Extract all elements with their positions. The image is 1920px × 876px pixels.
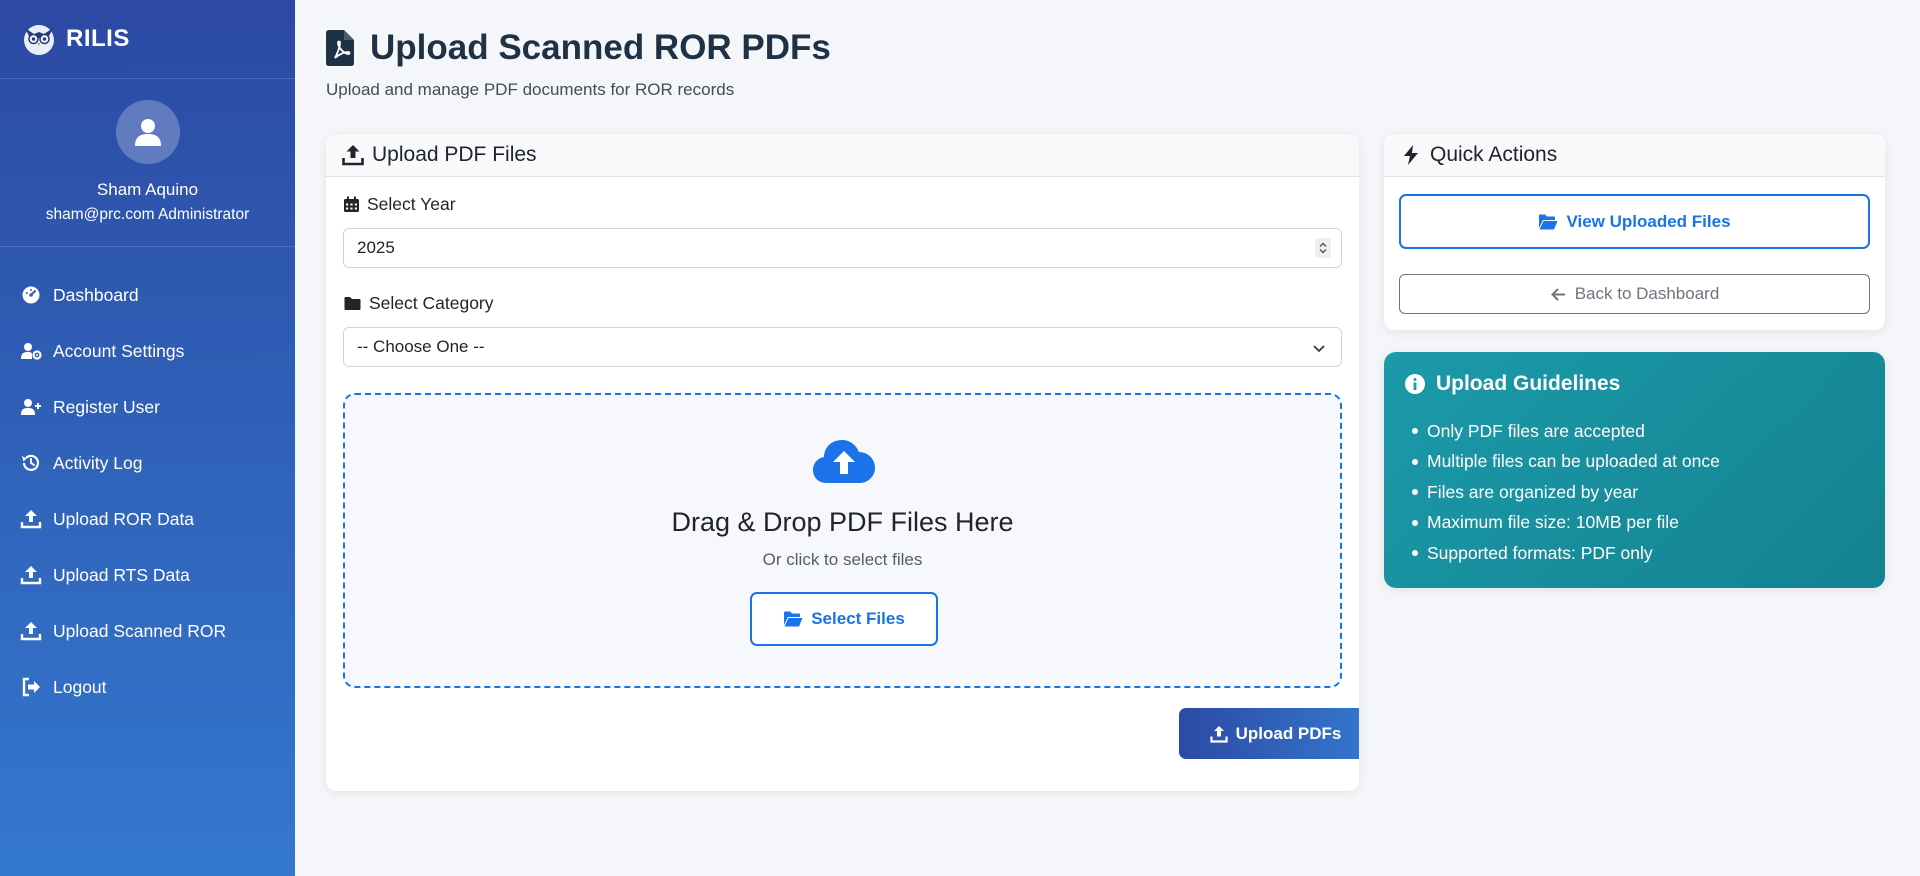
sidebar: RILIS Sham Aquino sham@prc.com Administr…: [0, 0, 295, 876]
guidelines-title: Upload Guidelines: [1404, 372, 1620, 396]
select-files-label: Select Files: [811, 609, 905, 628]
year-input[interactable]: 2025: [343, 228, 1342, 268]
sidebar-nav: Dashboard Account Settings Register User: [0, 247, 295, 715]
sidebar-item-label: Logout: [53, 676, 107, 697]
list-item: Only PDF files are accepted: [1412, 416, 1720, 447]
gauge-icon: [22, 286, 40, 304]
sidebar-item-label: Account Settings: [53, 340, 185, 361]
sidebar-item-activity-log[interactable]: Activity Log: [0, 435, 295, 491]
main-content: Upload Scanned ROR PDFs Upload and manag…: [295, 0, 1920, 876]
file-pdf-icon: [326, 30, 354, 66]
logout-icon: [22, 677, 40, 697]
sidebar-item-label: Activity Log: [53, 452, 143, 473]
sidebar-item-label: Dashboard: [53, 284, 139, 305]
user-profile: Sham Aquino sham@prc.com Administrator: [0, 79, 295, 247]
sidebar-item-label: Upload RTS Data: [53, 564, 190, 585]
arrow-left-icon: [1550, 287, 1565, 301]
cloud-upload-icon: [813, 440, 875, 483]
upload-icon: [20, 566, 42, 585]
sidebar-item-label: Upload ROR Data: [53, 508, 195, 529]
list-item: Supported formats: PDF only: [1412, 538, 1720, 569]
upload-icon: [342, 145, 364, 166]
folder-icon: [344, 297, 361, 310]
upload-icon: [20, 510, 42, 529]
sidebar-item-label: Register User: [53, 396, 160, 417]
category-label: Select Category: [343, 293, 494, 314]
sidebar-item-register-user[interactable]: Register User: [0, 379, 295, 435]
page-title-text: Upload Scanned ROR PDFs: [370, 28, 831, 67]
upload-pdfs-label: Upload PDFs: [1235, 723, 1342, 743]
category-select[interactable]: -- Choose One --: [343, 327, 1342, 367]
sidebar-item-account-settings[interactable]: Account Settings: [0, 323, 295, 379]
year-stepper[interactable]: [1315, 238, 1331, 258]
list-item: Files are organized by year: [1412, 477, 1720, 508]
guidelines-list: Only PDF files are accepted Multiple fil…: [1412, 416, 1720, 569]
upload-icon: [20, 622, 42, 641]
sidebar-item-upload-scanned-ror[interactable]: Upload Scanned ROR: [0, 603, 295, 659]
page-title: Upload Scanned ROR PDFs: [326, 28, 831, 68]
owl-logo-icon: [24, 25, 54, 55]
quick-actions-title: Quick Actions: [1430, 143, 1558, 166]
upload-card: Upload PDF Files Select Year 2025 Select…: [326, 134, 1359, 791]
upload-card-header: Upload PDF Files: [326, 134, 1359, 177]
folder-open-icon: [1539, 214, 1558, 229]
user-gear-icon: [21, 343, 42, 360]
user-icon: [134, 119, 161, 146]
info-icon: [1405, 374, 1425, 394]
calendar-icon: [344, 196, 359, 212]
quick-actions-header: Quick Actions: [1384, 134, 1885, 177]
dropzone-subtitle: Or click to select files: [762, 550, 923, 569]
category-label-text: Select Category: [369, 293, 494, 313]
page-header: Upload Scanned ROR PDFs Upload and manag…: [326, 28, 831, 100]
user-plus-icon: [21, 399, 41, 415]
sidebar-item-dashboard[interactable]: Dashboard: [0, 267, 295, 323]
stepper-arrows-icon: [1319, 242, 1327, 254]
upload-icon: [1209, 725, 1228, 743]
user-email-role: sham@prc.com Administrator: [45, 206, 250, 223]
folder-open-icon: [784, 611, 803, 627]
chevron-down-icon: [1313, 345, 1325, 353]
brand[interactable]: RILIS: [0, 0, 295, 79]
year-label-text: Select Year: [367, 194, 456, 214]
list-item: Multiple files can be uploaded at once: [1412, 447, 1720, 478]
list-item: Maximum file size: 10MB per file: [1412, 508, 1720, 539]
guidelines-title-text: Upload Guidelines: [1436, 372, 1621, 395]
quick-actions-card: Quick Actions View Uploaded Files Back t…: [1384, 134, 1885, 330]
page-subtitle: Upload and manage PDF documents for ROR …: [326, 80, 735, 99]
back-to-dashboard-label: Back to Dashboard: [1574, 284, 1720, 303]
view-uploaded-files-label: View Uploaded Files: [1566, 211, 1731, 231]
dropzone-title: Drag & Drop PDF Files Here: [671, 507, 1014, 537]
bolt-icon: [1404, 145, 1418, 165]
select-files-button[interactable]: Select Files: [750, 592, 938, 646]
category-select-value: -- Choose One --: [357, 337, 485, 356]
sidebar-item-label: Upload Scanned ROR: [53, 620, 227, 641]
view-uploaded-files-button[interactable]: View Uploaded Files: [1399, 194, 1870, 249]
brand-name: RILIS: [66, 25, 130, 52]
year-label: Select Year: [343, 194, 456, 215]
sidebar-item-logout[interactable]: Logout: [0, 659, 295, 715]
history-icon: [22, 454, 40, 471]
user-name: Sham Aquino: [96, 180, 199, 199]
sidebar-item-upload-rts-data[interactable]: Upload RTS Data: [0, 547, 295, 603]
year-input-value: 2025: [357, 238, 395, 257]
pdf-dropzone[interactable]: Drag & Drop PDF Files Here Or click to s…: [343, 393, 1342, 688]
sidebar-item-upload-ror-data[interactable]: Upload ROR Data: [0, 491, 295, 547]
back-to-dashboard-button[interactable]: Back to Dashboard: [1399, 274, 1870, 314]
upload-card-title: Upload PDF Files: [372, 143, 537, 166]
upload-pdfs-button[interactable]: Upload PDFs: [1179, 708, 1359, 759]
upload-guidelines-card: Upload Guidelines Only PDF files are acc…: [1384, 352, 1885, 588]
avatar: [115, 100, 180, 164]
